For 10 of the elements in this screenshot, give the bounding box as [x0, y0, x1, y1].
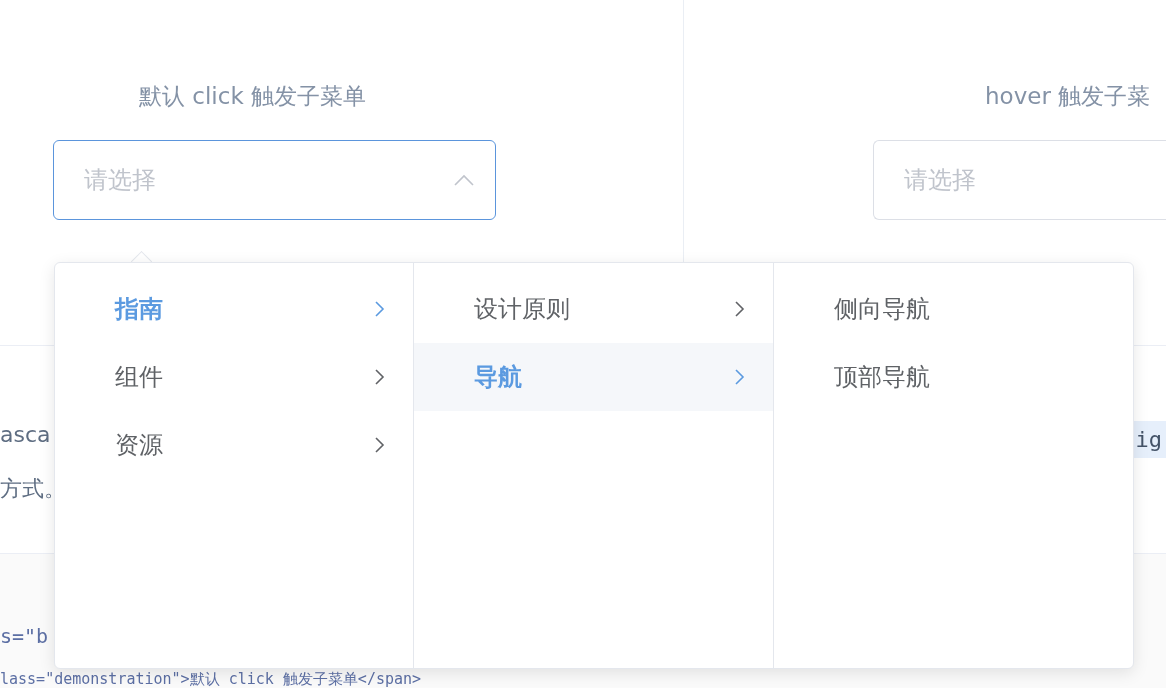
- demo-label: hover 触发子菜: [985, 82, 1151, 111]
- menu-item[interactable]: 组件: [55, 343, 414, 411]
- caret-icon: [453, 173, 475, 187]
- menu-item[interactable]: 顶部导航: [773, 343, 1133, 411]
- demo-label: 默认 click 触发子菜单: [139, 82, 366, 111]
- code-line: lass="demonstration">默认 click 触发子菜单</span>: [0, 671, 423, 688]
- code-line: s="b: [0, 626, 50, 646]
- menu-item[interactable]: 侧向导航: [773, 275, 1133, 343]
- description-text: asca: [0, 421, 52, 449]
- menu-item[interactable]: 设计原则: [414, 275, 773, 343]
